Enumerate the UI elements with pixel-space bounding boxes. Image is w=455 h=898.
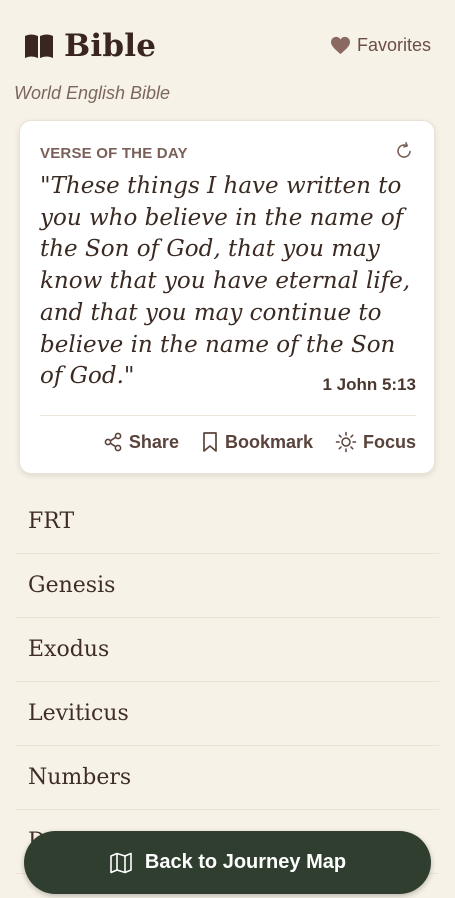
- bookmark-label: Bookmark: [224, 431, 313, 452]
- focus-label: Focus: [362, 431, 416, 452]
- verse-actions: Share Bookmark Focus: [81, 431, 416, 453]
- book-list: FRT Genesis Exodus Leviticus Numbers Deu…: [15, 490, 439, 874]
- verse-of-day-card: VERSE OF THE DAY "These things I have wr…: [19, 120, 435, 474]
- share-icon: [104, 432, 122, 452]
- book-item[interactable]: FRT: [15, 490, 439, 554]
- bookmark-icon: [203, 432, 217, 452]
- card-divider: [40, 415, 416, 416]
- page-title: Bible: [64, 28, 157, 64]
- map-icon: [110, 852, 132, 873]
- book-item[interactable]: Numbers: [15, 746, 439, 810]
- bookmark-button[interactable]: Bookmark: [201, 431, 313, 453]
- header: Bible Favorites World English Bible: [0, 0, 455, 110]
- sun-icon: [335, 431, 357, 453]
- share-button[interactable]: Share: [103, 432, 179, 453]
- favorites-button[interactable]: Favorites: [330, 35, 431, 56]
- brand: Bible: [24, 28, 156, 64]
- book-item[interactable]: Genesis: [15, 554, 439, 618]
- translation-name: World English Bible: [14, 83, 171, 103]
- journey-button-label: Back to Journey Map: [144, 851, 347, 873]
- favorites-label: Favorites: [356, 35, 431, 55]
- refresh-icon[interactable]: [394, 141, 414, 161]
- verse-text: "These things I have written to you who …: [40, 173, 411, 390]
- book-item[interactable]: Leviticus: [15, 682, 439, 746]
- back-to-journey-map-button[interactable]: Back to Journey Map: [24, 831, 431, 894]
- heart-icon: [330, 36, 350, 55]
- verse-of-day-label: VERSE OF THE DAY: [40, 145, 188, 162]
- verse-reference: 1 John 5:13: [322, 375, 416, 394]
- open-book-icon: [25, 34, 53, 58]
- focus-button[interactable]: Focus: [335, 431, 416, 453]
- share-label: Share: [128, 431, 179, 452]
- book-item[interactable]: Exodus: [15, 618, 439, 682]
